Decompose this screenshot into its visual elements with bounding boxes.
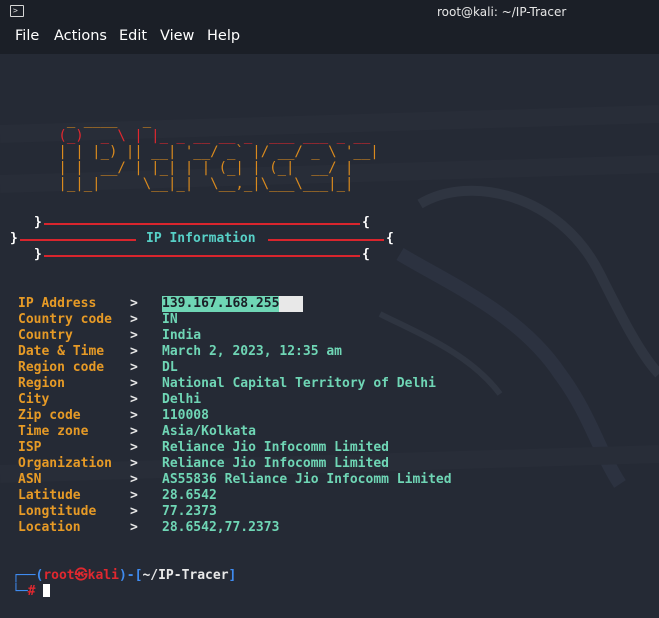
menu-file[interactable]: File (15, 28, 39, 44)
prompt-at-icon: ㉿ (74, 568, 88, 583)
shell-prompt-line1: ┌──(root㉿kali)-[~/IP-Tracer] (12, 568, 237, 583)
info-label: Longtitude (18, 504, 97, 519)
info-value[interactable]: Asia/Kolkata (162, 424, 256, 440)
menu-help[interactable]: Help (207, 28, 240, 44)
info-separator: > (130, 360, 138, 375)
terminal-area[interactable]: _ ____ _ (_) _ \ | |_ _ __ __ _ ___ ___ … (0, 54, 659, 618)
info-value[interactable]: March 2, 2023, 12:35 am (162, 344, 342, 360)
info-separator: > (130, 392, 138, 407)
info-separator: > (130, 376, 138, 391)
info-separator: > (130, 472, 138, 487)
info-label: Location (18, 520, 81, 535)
info-label: Country code (18, 312, 112, 327)
info-label: City (18, 392, 50, 407)
ip-tracer-banner: _ ____ _ (_) _ \ | |_ _ __ __ _ ___ ___ … (50, 112, 379, 192)
info-label: IP Address (18, 296, 97, 311)
info-separator: > (130, 504, 138, 519)
info-separator: > (130, 456, 138, 471)
info-label: Time zone (18, 424, 89, 439)
red-divider-mid-left (20, 239, 136, 241)
window-title: root@kali: ~/IP-Tracer (437, 5, 567, 19)
info-separator: > (130, 488, 138, 503)
info-label: ASN (18, 472, 42, 487)
menu-bar: File Actions Edit View Help (0, 28, 659, 50)
info-separator: > (130, 312, 138, 327)
prompt-user: root (43, 568, 75, 583)
prompt-path: ~/IP-Tracer (142, 568, 229, 583)
info-separator: > (130, 440, 138, 455)
title-bar: > root@kali: ~/IP-Tracer (0, 0, 659, 24)
menu-edit[interactable]: Edit (119, 28, 147, 44)
info-value[interactable]: Reliance Jio Infocomm Limited (162, 456, 389, 472)
info-value[interactable]: AS55836 Reliance Jio Infocomm Limited (162, 472, 452, 488)
info-value[interactable]: Reliance Jio Infocomm Limited (162, 440, 389, 456)
red-divider-bottom (44, 255, 360, 257)
info-separator: > (130, 328, 138, 343)
info-label: Country (18, 328, 73, 343)
brace-close-bottom: } (34, 247, 42, 262)
menu-view[interactable]: View (160, 28, 194, 44)
brace-close-top: } (34, 215, 42, 230)
shell-prompt-line2[interactable]: └─# (12, 584, 51, 600)
info-value-selected[interactable]: 139.167.168.255 (162, 296, 304, 312)
red-divider-mid-right (268, 239, 384, 241)
menu-actions[interactable]: Actions (54, 28, 107, 44)
info-separator: > (130, 296, 138, 311)
info-separator: > (130, 520, 138, 535)
text-cursor (43, 584, 51, 597)
terminal-icon: > (10, 5, 24, 17)
brace-open-mid: { (386, 231, 394, 246)
info-value[interactable]: DL (162, 360, 178, 376)
info-label: Zip code (18, 408, 81, 423)
info-label: Latitude (18, 488, 81, 503)
info-value[interactable]: 28.6542,77.2373 (162, 520, 279, 536)
brace-open-bottom: { (362, 247, 370, 262)
info-value[interactable]: 28.6542 (162, 488, 217, 504)
info-value[interactable]: 77.2373 (162, 504, 217, 520)
section-title: IP Information (146, 231, 256, 246)
info-label: Organization (18, 456, 112, 471)
brace-open-top: { (362, 215, 370, 230)
red-divider-top (44, 223, 360, 225)
info-label: ISP (18, 440, 42, 455)
info-value[interactable]: IN (162, 312, 178, 328)
info-value[interactable]: India (162, 328, 201, 344)
prompt-host: kali (87, 568, 119, 583)
info-value[interactable]: Delhi (162, 392, 201, 408)
info-value[interactable]: 110008 (162, 408, 209, 424)
info-label: Region code (18, 360, 105, 375)
info-label: Region (18, 376, 65, 391)
info-label: Date & Time (18, 344, 105, 359)
brace-close-mid: } (10, 231, 18, 246)
info-separator: > (130, 424, 138, 439)
info-value[interactable]: National Capital Territory of Delhi (162, 376, 436, 392)
info-separator: > (130, 408, 138, 423)
info-separator: > (130, 344, 138, 359)
